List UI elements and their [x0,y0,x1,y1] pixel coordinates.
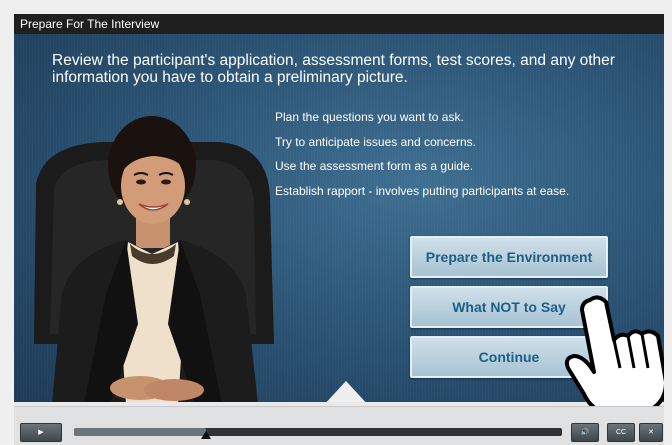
volume-button[interactable]: 🔊 [571,423,599,442]
bullet-item: Try to anticipate issues and concerns. [275,134,476,149]
play-button[interactable]: ▶ [20,423,62,442]
captions-button[interactable]: CC [607,423,635,442]
bullet-item: Establish rapport - involves putting par… [275,183,570,198]
seek-progress [74,428,206,436]
presenter-image [34,116,274,404]
course-player-window: Prepare For The Interview Review the par… [0,0,672,445]
pointer-hand-icon [564,295,664,406]
close-icon: ✕ [648,429,654,436]
player-controls: ▶ 🔊 CC ✕ [14,406,664,445]
close-button[interactable]: ✕ [639,423,663,442]
bullet-item: Use the assessment form as a guide. [275,159,474,173]
captions-label: CC [615,429,627,436]
bullet-list: Plan the questions you want to ask. Try … [275,110,569,208]
play-icon: ▶ [38,429,44,436]
prepare-environment-button[interactable]: Prepare the Environment [410,236,608,278]
slide-heading: Review the participant's application, as… [52,52,615,86]
slide-canvas: Review the participant's application, as… [14,34,664,406]
window-title: Prepare For The Interview [14,14,664,34]
seek-bar[interactable] [74,428,562,436]
volume-icon: 🔊 [580,429,590,436]
bullet-item: Plan the questions you want to ask. [275,110,464,124]
scrubber-handle[interactable] [200,431,211,439]
